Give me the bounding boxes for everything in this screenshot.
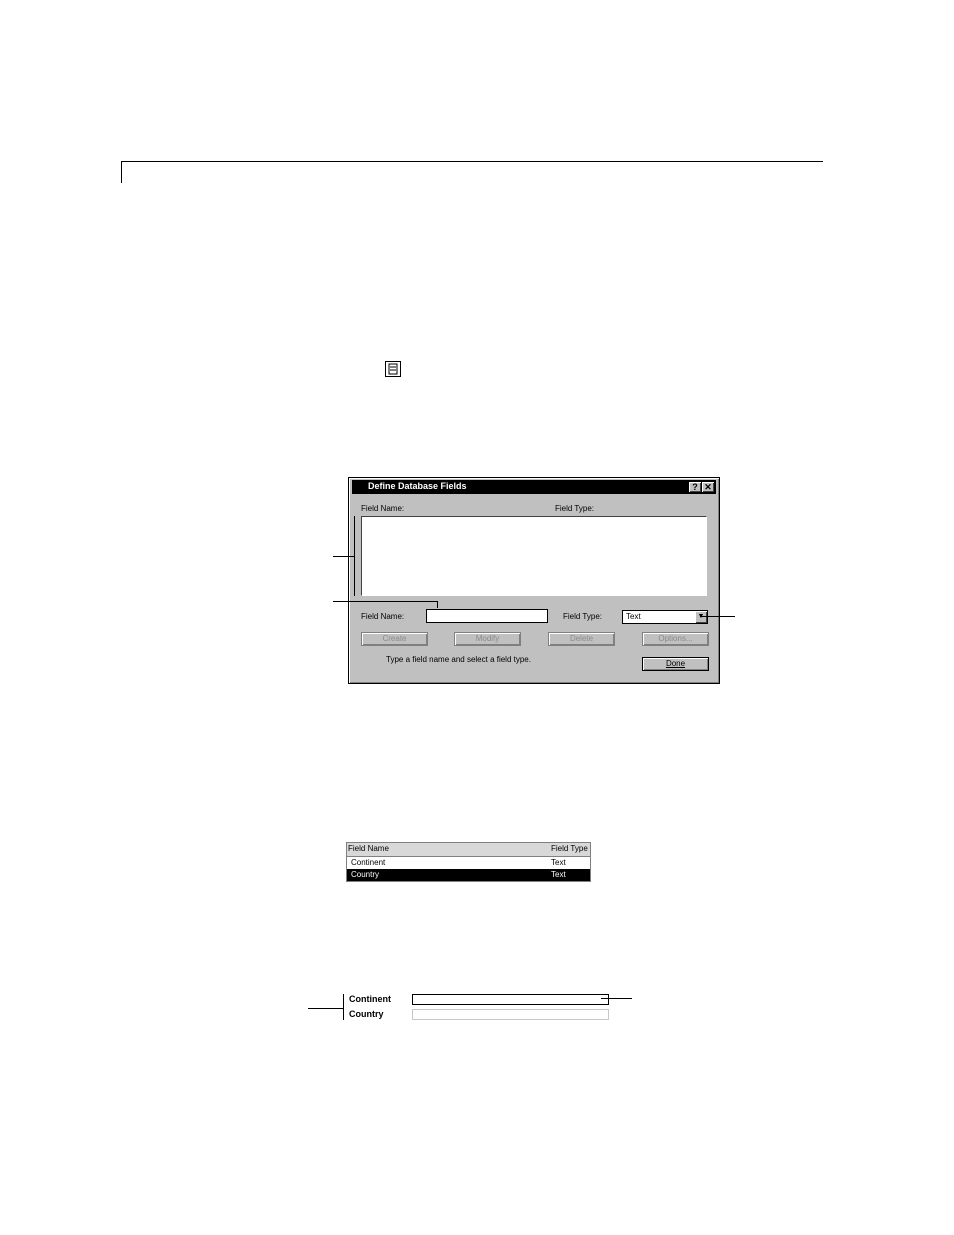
modify-button[interactable]: Modify [454, 632, 521, 646]
done-button[interactable]: Done [642, 657, 709, 671]
dialog-titlebar: Define Database Fields ? ✕ [352, 480, 716, 494]
callout-line-form-labels [308, 1008, 343, 1009]
field-name-input[interactable] [426, 609, 548, 623]
close-button[interactable]: ✕ [702, 482, 714, 492]
row-field-name: Continent [351, 858, 386, 867]
callout-line-field-name [333, 601, 438, 602]
row-field-type: Text [551, 858, 566, 867]
define-database-fields-dialog: Define Database Fields ? ✕ Field Name: F… [348, 477, 720, 684]
continent-field[interactable] [412, 994, 609, 1005]
database-icon[interactable] [385, 361, 401, 377]
field-type-label: Field Type: [563, 612, 602, 621]
callout-bracket-form-labels [343, 994, 344, 1020]
callout-line-form-field [601, 998, 632, 999]
page-header-rule [121, 161, 823, 162]
list-header-field-type: Field Type: [555, 504, 594, 513]
fields-table[interactable]: Field Name Field Type Continent Text Cou… [346, 842, 591, 882]
field-type-select[interactable]: Text ▼ [622, 610, 708, 624]
form-label-continent: Continent [349, 994, 391, 1004]
column-header-field-name: Field Name [348, 844, 389, 853]
callout-bracket-listbox [354, 516, 355, 596]
delete-button[interactable]: Delete [548, 632, 615, 646]
callout-line-field-type [700, 616, 735, 617]
fields-listbox[interactable] [361, 516, 707, 596]
table-row-selected[interactable]: Country Text [347, 869, 590, 881]
page-header-rule-tick [121, 161, 122, 183]
status-text: Type a field name and select a field typ… [386, 655, 531, 664]
help-button[interactable]: ? [689, 482, 701, 492]
options-button[interactable]: Options... [642, 632, 709, 646]
callout-line-listbox [333, 556, 354, 557]
list-header-field-name: Field Name: [361, 504, 405, 513]
country-field[interactable] [412, 1009, 609, 1020]
callout-tick-field-name [437, 601, 438, 608]
dialog-title: Define Database Fields [368, 481, 467, 491]
form-label-country: Country [349, 1009, 384, 1019]
chevron-down-icon[interactable]: ▼ [695, 611, 707, 623]
table-header: Field Name Field Type [347, 843, 590, 857]
field-name-label: Field Name: [361, 612, 405, 621]
create-button[interactable]: Create [361, 632, 428, 646]
table-row[interactable]: Continent Text [347, 857, 590, 869]
field-type-value: Text [626, 612, 641, 621]
column-header-field-type: Field Type [551, 844, 588, 853]
row-field-name: Country [351, 870, 380, 879]
row-field-type: Text [551, 870, 566, 879]
